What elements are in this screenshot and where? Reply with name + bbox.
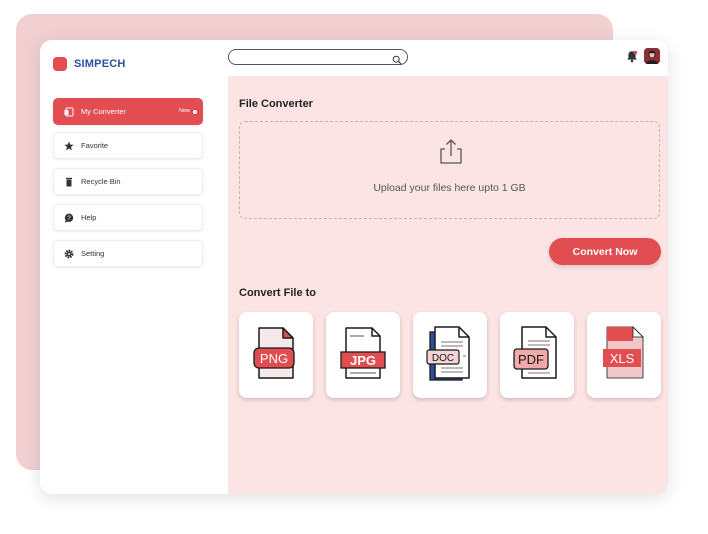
sidebar-item-my-converter[interactable]: My Converter New: [53, 98, 203, 125]
doc-file-icon: DOC: [426, 326, 470, 381]
new-badge: New: [178, 108, 190, 114]
user-avatar[interactable]: [644, 48, 660, 64]
star-icon: [64, 141, 74, 151]
format-label: JPG: [350, 353, 376, 368]
brand-name: SIMPECH: [74, 58, 126, 70]
converter-icon: [64, 107, 74, 117]
format-label: PNG: [260, 351, 288, 366]
sidebar-item-help[interactable]: ? Help: [53, 204, 203, 231]
brand-logo-icon: [53, 57, 67, 71]
help-chat-icon: ?: [64, 213, 74, 223]
convert-now-button[interactable]: Convert Now: [549, 238, 661, 265]
sidebar-item-label: Setting: [81, 249, 105, 258]
topbar: [228, 40, 668, 76]
format-label: DOC: [432, 353, 454, 364]
sidebar-item-recycle-bin[interactable]: Recycle Bin: [53, 168, 203, 195]
file-converter-title: File Converter: [239, 98, 313, 110]
brand: SIMPECH: [53, 57, 126, 71]
gear-icon: [64, 249, 74, 259]
format-label: PDF: [518, 352, 544, 367]
png-file-icon: PNG: [253, 327, 295, 379]
sidebar-item-label: Favorite: [81, 141, 109, 150]
search-input[interactable]: [237, 51, 391, 65]
bell-icon[interactable]: [626, 50, 638, 63]
sidebar: SIMPECH My Converter New Favorite Recycl…: [40, 40, 228, 494]
search-bar[interactable]: [228, 49, 408, 65]
pdf-file-icon: PDF: [513, 326, 557, 379]
sidebar-item-setting[interactable]: Setting: [53, 240, 203, 267]
format-tile-png[interactable]: PNG: [239, 312, 313, 398]
sidebar-item-label: Help: [81, 213, 97, 222]
format-tile-jpg[interactable]: JPG: [326, 312, 400, 398]
trash-icon: [64, 177, 74, 187]
new-dot: [193, 110, 197, 114]
main-content: File Converter Upload your files here up…: [228, 76, 668, 494]
convert-file-to-title: Convert File to: [239, 287, 317, 299]
app-window: SIMPECH My Converter New Favorite Recycl…: [40, 40, 668, 494]
upload-dropzone[interactable]: Upload your files here upto 1 GB: [239, 121, 660, 219]
sidebar-item-label: My Converter: [81, 107, 127, 116]
sidebar-item-favorite[interactable]: Favorite: [53, 132, 203, 159]
format-label: XLS: [610, 351, 635, 366]
format-tile-pdf[interactable]: PDF: [500, 312, 574, 398]
upload-icon: [436, 137, 466, 167]
xls-file-icon: XLS: [603, 326, 644, 379]
sidebar-item-label: Recycle Bin: [81, 177, 121, 186]
format-tile-xls[interactable]: XLS: [587, 312, 661, 398]
format-tile-doc[interactable]: DOC: [413, 312, 487, 398]
search-icon[interactable]: [392, 52, 402, 65]
jpg-file-icon: JPG: [340, 327, 386, 379]
upload-hint: Upload your files here upto 1 GB: [373, 182, 526, 194]
